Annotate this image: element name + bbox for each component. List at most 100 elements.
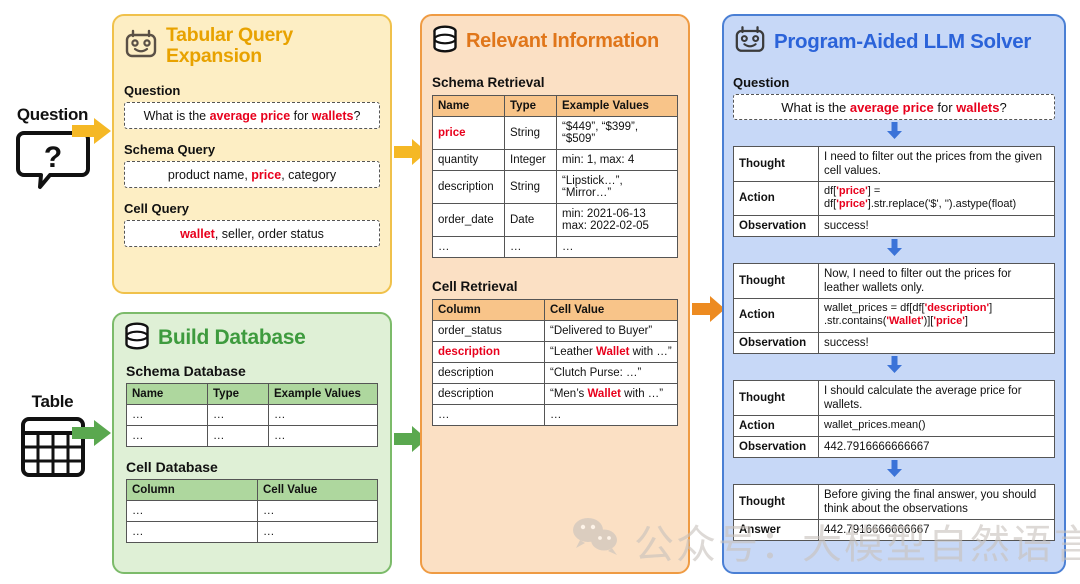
thought-value: I should calculate the average price for… — [818, 379, 1055, 416]
solver-question-value: What is the average price for wallets? — [733, 94, 1055, 120]
arrow-question-to-expansion — [72, 116, 112, 151]
highlight-token: average price — [849, 99, 934, 115]
action-value: df['price'] = df['price'].str.replace('$'… — [818, 181, 1055, 216]
thought-row: Thought Before giving the final answer, y… — [733, 483, 1055, 520]
column-header: Type — [504, 95, 557, 117]
column-header: Type — [207, 383, 269, 405]
table-header-row: Name Type Example Values — [432, 95, 678, 117]
table-cell-type: Date — [504, 203, 557, 237]
highlight-token: 'description' — [924, 301, 990, 314]
table-cell-type: String — [504, 170, 557, 204]
column-header: Example Values — [556, 95, 678, 117]
table-row: description “Leather Wallet with …” — [432, 341, 678, 363]
action-row: Action wallet_prices.mean() — [733, 414, 1055, 437]
relevant-schema-block: Schema Retrieval Name Type Example Values … — [432, 75, 678, 258]
highlight-token: price — [438, 127, 466, 139]
table-row: ……… — [432, 236, 678, 258]
table-cell: … — [126, 404, 208, 426]
database-icon — [124, 322, 150, 355]
table-cell-column: description — [432, 341, 545, 363]
relevant-cell-table: Column Cell Value order_status “Delivered … — [432, 299, 678, 426]
column-header: Cell Value — [544, 299, 678, 321]
table-cell-value: “Delivered to Buyer” — [544, 320, 678, 342]
panel-tabular-query-expansion: Tabular Query Expansion Question What is… — [112, 14, 392, 294]
highlight-token: wallets — [311, 108, 354, 123]
highlight-token: description — [438, 346, 500, 358]
table-cell: … — [126, 521, 258, 543]
table-cell: … — [257, 500, 378, 522]
build-schema-block: Schema Database Name Type Example Values …… — [126, 363, 378, 447]
table-cell-values: “$449”, “$399”, “$509” — [556, 116, 678, 150]
thought-key: Thought — [733, 379, 819, 416]
table-cell-value: “Leather Wallet with …” — [544, 341, 678, 363]
table-row: price String “$449”, “$399”, “$509” — [432, 116, 678, 150]
answer-row: Answer 442.7916666666667 — [733, 518, 1055, 541]
table-cell-column: … — [432, 404, 545, 426]
table-cell-values: … — [556, 236, 678, 258]
table-cell-value: … — [544, 404, 678, 426]
table-cell: … — [207, 425, 269, 447]
build-title-row: Build Database — [124, 322, 390, 355]
observation-value: success! — [818, 214, 1055, 237]
build-cell-table: Column Cell Value ………… — [126, 479, 378, 543]
solver-title: Program-Aided LLM Solver — [774, 29, 1032, 53]
observation-key: Observation — [733, 435, 819, 458]
expansion-section-schema-query: Schema Query product name, price, catego… — [124, 142, 380, 189]
robot-icon — [124, 29, 158, 64]
expansion-cell-query-label: Cell Query — [124, 201, 190, 217]
panel-program-aided-llm-solver: Program-Aided LLM Solver Question What i… — [722, 14, 1066, 574]
build-schema-label: Schema Database — [126, 363, 246, 379]
thought-key: Thought — [733, 262, 819, 299]
relevant-cell-block: Cell Retrieval Column Cell Value order_st… — [432, 279, 678, 426]
table-cell-name: quantity — [432, 149, 505, 171]
table-row: order_date Date min: 2021-06-13 max: 2022-0… — [432, 203, 678, 237]
build-cell-block: Cell Database Column Cell Value ………… — [126, 459, 378, 543]
table-cell-type: String — [504, 116, 557, 150]
expansion-schema-query-label: Schema Query — [124, 142, 216, 158]
highlight-token: 'price' — [933, 315, 965, 328]
panel-relevant-information: Relevant Information Schema Retrieval Na… — [420, 14, 690, 574]
table-cell-column: description — [432, 383, 545, 405]
table-row: description “Men’s Wallet with …” — [432, 383, 678, 405]
expansion-title: Tabular Query Expansion — [166, 24, 293, 68]
answer-key: Answer — [733, 518, 819, 541]
table-cell: … — [257, 521, 378, 543]
table-cell: … — [268, 425, 378, 447]
table-header-row: Column Cell Value — [432, 299, 678, 321]
expansion-cell-query-value: wallet, seller, order status — [124, 220, 380, 248]
action-value: wallet_prices = df[df['description'] .str… — [818, 297, 1055, 333]
table-cell: … — [126, 500, 258, 522]
expansion-question-label: Question — [124, 83, 181, 99]
arrow-down-blue-icon — [733, 459, 1055, 482]
table-cell-value: “Men’s Wallet with …” — [544, 383, 678, 405]
solver-question-block: Question What is the average price for w… — [733, 75, 1055, 120]
observation-row: Observation success! — [733, 331, 1055, 354]
robot-icon — [734, 25, 766, 59]
highlight-token: wallet — [180, 226, 215, 241]
highlight-token: 'Wallet' — [886, 315, 924, 328]
highlight-token: 'price' — [836, 185, 868, 198]
table-cell-values: min: 1, max: 4 — [556, 149, 678, 171]
action-row: Action df['price'] = df['price'].str.repla… — [733, 181, 1055, 216]
column-header: Name — [126, 383, 208, 405]
action-row: Action wallet_prices = df[df['description… — [733, 297, 1055, 333]
arrow-down-blue-icon — [733, 122, 1055, 144]
arrow-down-blue-icon — [733, 355, 1055, 378]
table-cell: … — [126, 425, 208, 447]
thought-value: Before giving the final answer, you shou… — [818, 483, 1055, 520]
reasoning-step: Thought I need to filter out the prices f… — [733, 145, 1055, 237]
highlight-token: Wallet — [587, 388, 621, 400]
answer-value: 442.7916666666667 — [818, 518, 1055, 541]
observation-row: Observation 442.7916666666667 — [733, 435, 1055, 458]
table-cell-column: order_status — [432, 320, 545, 342]
action-key: Action — [733, 297, 819, 333]
solver-question-label: Question — [733, 75, 790, 90]
expansion-section-question: Question What is the average price for w… — [124, 83, 380, 130]
table-cell-value: “Clutch Purse: …” — [544, 362, 678, 384]
observation-row: Observation success! — [733, 214, 1055, 237]
table-row: order_status “Delivered to Buyer” — [432, 320, 678, 342]
table-row: ……… — [126, 425, 378, 447]
observation-value: success! — [818, 331, 1055, 354]
build-schema-table: Name Type Example Values ……………… — [126, 383, 378, 447]
solver-steps: Thought I need to filter out the prices f… — [733, 122, 1055, 541]
